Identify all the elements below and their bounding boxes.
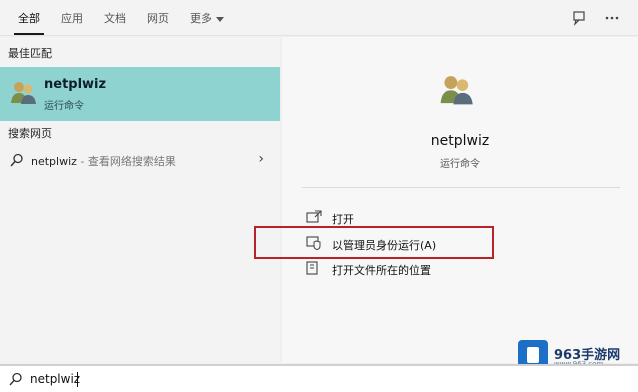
preview-pane: netplwiz 运行命令 打开 以管理员身份运行(A) 打开文件所在的位置	[282, 37, 638, 363]
search-filter-bar: 全部 应用 文档 网页 更多	[0, 0, 638, 36]
active-tab-indicator	[14, 33, 44, 35]
best-match-item[interactable]: netplwiz 运行命令	[0, 67, 280, 121]
search-icon	[9, 372, 23, 386]
file-location-icon	[306, 261, 322, 275]
users-icon	[9, 78, 37, 106]
users-icon	[438, 71, 474, 107]
results-pane: 最佳匹配 netplwiz 运行命令 搜索网页 netplwiz - 查看网络搜…	[0, 37, 280, 363]
tab-documents[interactable]: 文档	[104, 10, 126, 26]
annotation-highlight-box	[254, 226, 494, 259]
web-result-query: netplwiz	[31, 155, 77, 168]
open-icon	[306, 210, 322, 224]
search-bar[interactable]	[0, 364, 638, 392]
open-label: 打开	[332, 213, 354, 226]
best-match-heading: 最佳匹配	[8, 47, 52, 60]
best-match-subtitle: 运行命令	[44, 101, 84, 112]
tab-more-label: 更多	[190, 12, 212, 25]
feedback-icon[interactable]	[571, 10, 587, 26]
divider	[302, 187, 620, 188]
tab-more[interactable]: 更多	[190, 10, 224, 26]
web-result-suffix: - 查看网络搜索结果	[76, 155, 176, 168]
preview-app-subtitle: 运行命令	[440, 159, 480, 170]
open-file-location-label: 打开文件所在的位置	[332, 264, 431, 277]
web-search-result[interactable]: netplwiz - 查看网络搜索结果 ›	[0, 147, 280, 173]
text-caret	[77, 372, 78, 387]
chevron-down-icon	[216, 16, 224, 22]
search-icon	[10, 153, 24, 167]
tab-apps[interactable]: 应用	[61, 10, 83, 26]
chevron-right-icon[interactable]: ›	[258, 151, 264, 167]
more-options-icon[interactable]	[604, 10, 620, 26]
tab-web[interactable]: 网页	[147, 10, 169, 26]
tab-all[interactable]: 全部	[18, 10, 40, 26]
best-match-name: netplwiz	[44, 77, 107, 92]
search-input[interactable]	[30, 370, 230, 388]
web-search-heading: 搜索网页	[8, 127, 52, 140]
web-result-text: netplwiz - 查看网络搜索结果	[31, 153, 176, 169]
preview-app-name: netplwiz	[430, 133, 490, 149]
